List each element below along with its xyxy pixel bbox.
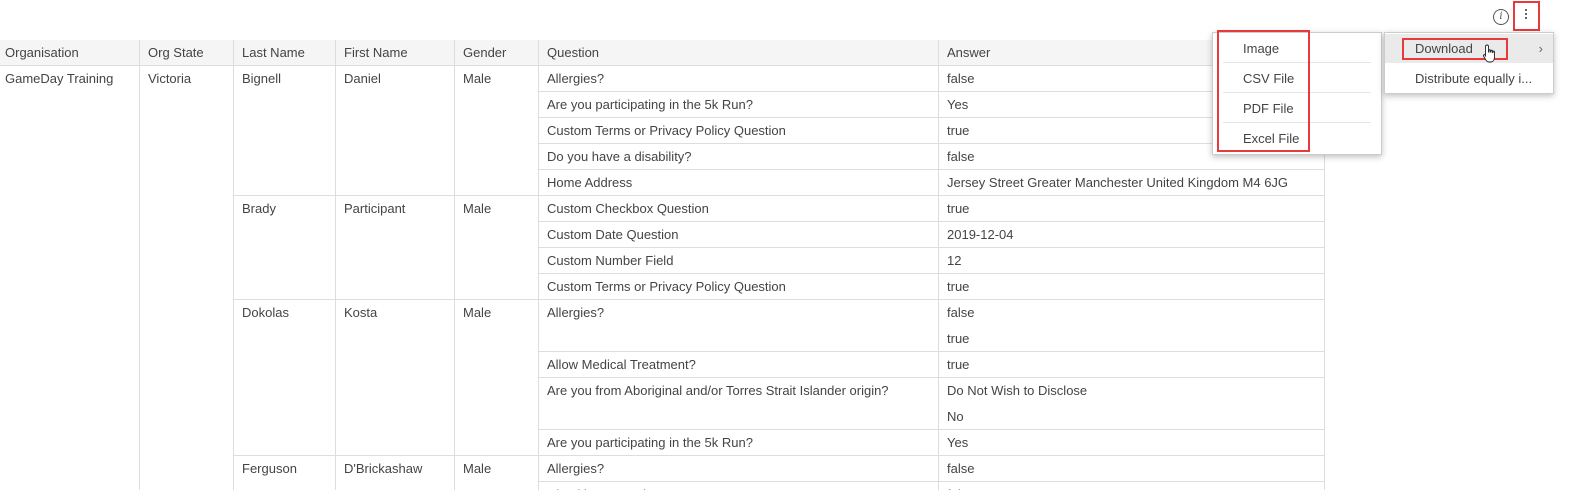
cell-organisation: GameDay Training	[0, 65, 140, 490]
download-excel-item[interactable]: Excel File	[1223, 124, 1371, 153]
cell-answer: Yes	[938, 429, 1325, 456]
answer-value: true	[947, 279, 970, 294]
answer-value: false	[947, 461, 975, 476]
answer-value: false	[947, 305, 975, 320]
cell-answer: true	[938, 195, 1325, 222]
answer-value: true	[947, 325, 1316, 351]
column-header-question[interactable]: Question	[538, 40, 939, 66]
cell-question: Do you have a disability?	[538, 143, 939, 170]
table-header-row: Organisation Org State Last Name First N…	[0, 40, 1325, 66]
cell-last-name: Ferguson	[233, 455, 336, 490]
column-header-gender[interactable]: Gender	[454, 40, 539, 66]
answer-value: true	[947, 357, 970, 372]
cell-gender: Male	[454, 195, 539, 300]
cell-first-name: Kosta	[335, 299, 455, 456]
info-icon[interactable]: i	[1493, 9, 1509, 25]
cell-question: Custom Date Question	[538, 221, 939, 248]
cell-gender: Male	[454, 455, 539, 490]
column-header-org-state[interactable]: Org State	[139, 40, 234, 66]
cell-first-name: D'Brickashaw	[335, 455, 455, 490]
cell-answer: Do Not Wish to Disclose No	[938, 377, 1325, 430]
data-table: Organisation Org State Last Name First N…	[0, 40, 1325, 490]
download-image-item[interactable]: Image	[1223, 34, 1371, 63]
cell-question: Custom Number Field	[538, 247, 939, 274]
cell-question: Checkbox Question	[538, 481, 939, 490]
answer-value: Jersey Street Greater Manchester United …	[947, 175, 1289, 190]
download-csv-item[interactable]: CSV File	[1223, 64, 1371, 93]
cell-first-name: Daniel	[335, 65, 455, 196]
answer-value: Do Not Wish to Disclose	[947, 383, 1088, 398]
answer-value: true	[947, 201, 970, 216]
answer-value: Yes	[947, 435, 969, 450]
cell-question: Custom Checkbox Question	[538, 195, 939, 222]
cell-answer: 2019-12-04	[938, 221, 1325, 248]
answer-value: 12	[947, 253, 962, 268]
cell-question: Are you participating in the 5k Run?	[538, 91, 939, 118]
cell-answer: true	[938, 273, 1325, 300]
cell-question: Custom Terms or Privacy Policy Question	[538, 273, 939, 300]
context-menu: Download › Distribute equally i...	[1384, 32, 1554, 94]
download-menu-item[interactable]: Download ›	[1385, 34, 1553, 63]
cell-first-name: Participant	[335, 195, 455, 300]
cell-gender: Male	[454, 65, 539, 196]
cell-answer: false	[938, 481, 1325, 490]
cell-question: Allergies?	[538, 455, 939, 482]
toolbar: i	[0, 0, 1569, 36]
distribute-label: Distribute equally i...	[1415, 71, 1533, 86]
column-header-last-name[interactable]: Last Name	[233, 40, 336, 66]
table-row: GameDay Training Victoria Bignell Daniel Mal…	[0, 65, 1325, 490]
cell-last-name: Brady	[233, 195, 336, 300]
answer-value: false	[947, 482, 1316, 490]
answer-value: 2019-12-04	[947, 227, 1014, 242]
cell-question: Are you participating in the 5k Run?	[538, 429, 939, 456]
vertical-dots-icon	[1525, 9, 1528, 21]
hand-pointer-icon	[1482, 44, 1495, 63]
cell-question: Custom Terms or Privacy Policy Question	[538, 117, 939, 144]
distribute-equally-item[interactable]: Distribute equally i...	[1385, 64, 1553, 93]
chevron-right-icon: ›	[1538, 41, 1543, 56]
cell-answer: 12	[938, 247, 1325, 274]
download-pdf-item[interactable]: PDF File	[1223, 94, 1371, 123]
column-header-first-name[interactable]: First Name	[335, 40, 455, 66]
more-options-button[interactable]	[1513, 1, 1540, 31]
cell-question: Home Address	[538, 169, 939, 196]
cell-last-name: Dokolas	[233, 299, 336, 456]
data-table-container: Organisation Org State Last Name First N…	[0, 40, 1326, 490]
cell-answer: false true	[938, 299, 1325, 352]
answer-value: No	[947, 403, 1316, 429]
cell-question: Allergies?	[538, 299, 939, 352]
cell-question: Allow Medical Treatment?	[538, 351, 939, 378]
cell-last-name: Bignell	[233, 65, 336, 196]
cell-gender: Male	[454, 299, 539, 456]
download-label: Download	[1415, 41, 1473, 56]
cell-question: Allergies?	[538, 65, 939, 92]
cell-answer: Jersey Street Greater Manchester United …	[938, 169, 1325, 196]
column-header-organisation[interactable]: Organisation	[0, 40, 140, 66]
cell-question: Are you from Aboriginal and/or Torres St…	[538, 377, 939, 430]
cell-org-state: Victoria	[139, 65, 234, 490]
cell-answer: true	[938, 351, 1325, 378]
download-submenu: Image CSV File PDF File Excel File	[1212, 32, 1382, 155]
cell-answer: false	[938, 455, 1325, 482]
